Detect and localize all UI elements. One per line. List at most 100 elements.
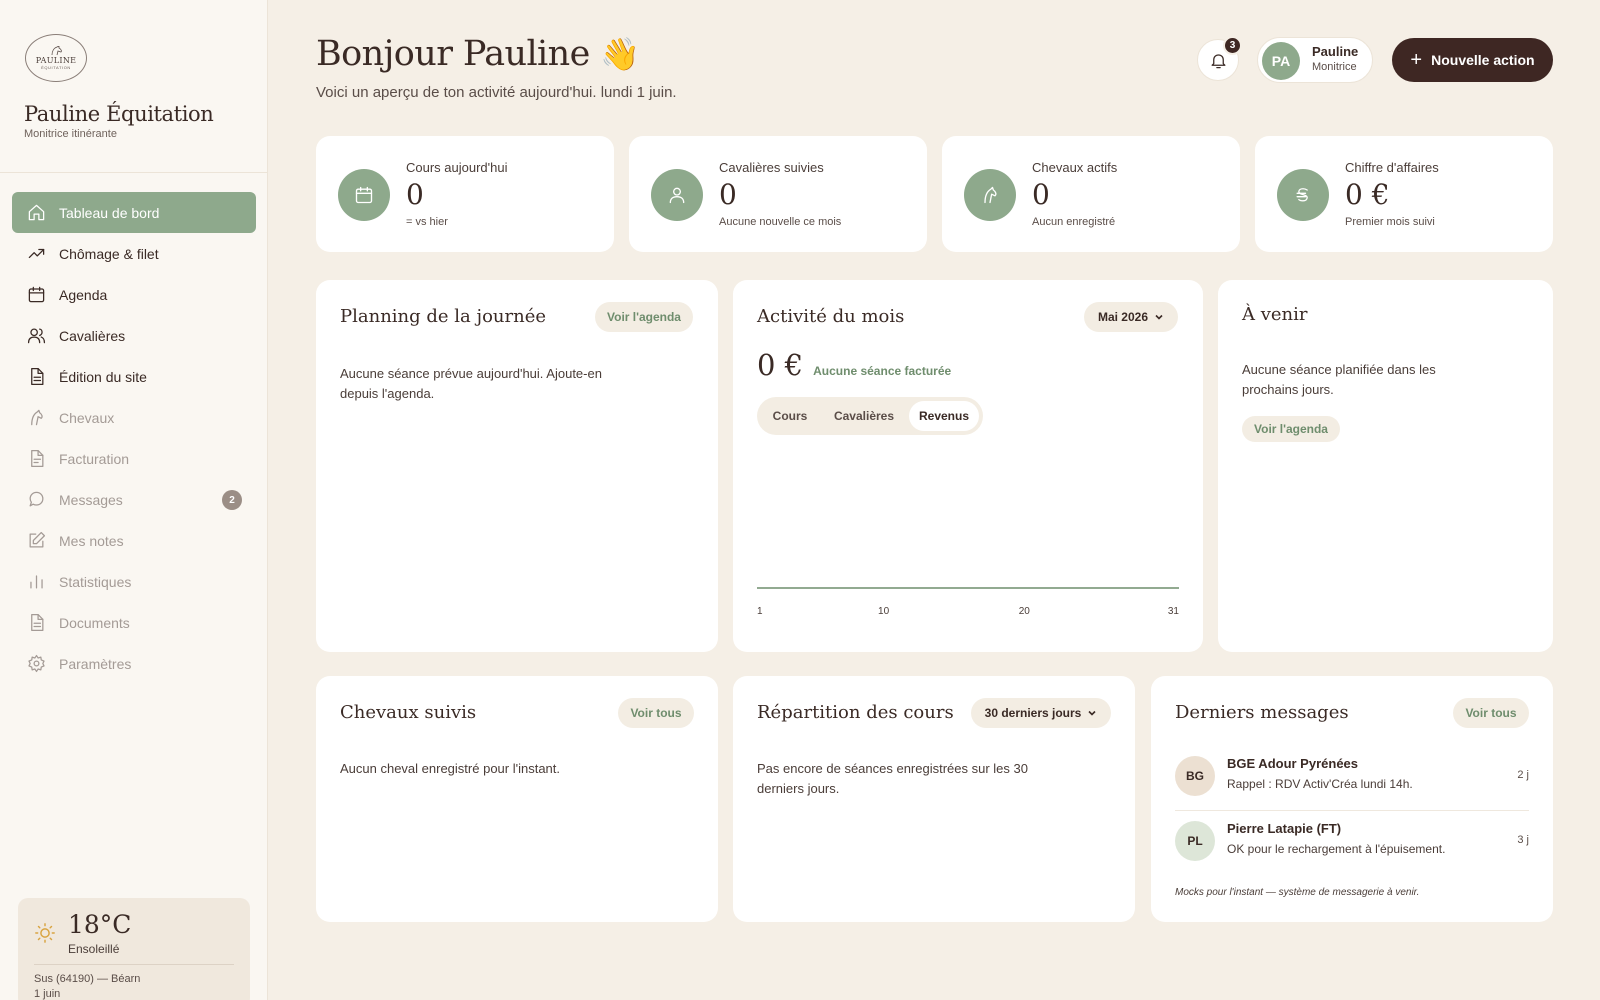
brand-name: Pauline Équitation bbox=[24, 102, 214, 126]
planning-card: Planning de la journée Voir l'agenda Auc… bbox=[316, 280, 718, 652]
tab-cavalieres[interactable]: Cavalières bbox=[821, 401, 907, 431]
upcoming-card: À venir Aucune séance planifiée dans les… bbox=[1218, 280, 1553, 652]
messages-card: Derniers messages Voir tous BG BGE Adour… bbox=[1151, 676, 1553, 922]
sidebar-item-label: Facturation bbox=[59, 450, 130, 467]
messages-footnote: Mocks pour l'instant — système de messag… bbox=[1175, 887, 1420, 898]
sidebar-item-tableau-de-bord[interactable]: Tableau de bord bbox=[12, 192, 256, 233]
message-preview: Rappel : RDV Activ'Créa lundi 14h. bbox=[1227, 777, 1413, 791]
sidebar-item-facturation[interactable]: Facturation bbox=[12, 438, 256, 479]
sidebar-item-label: Tableau de bord bbox=[59, 204, 160, 221]
sidebar-item-chevaux[interactable]: Chevaux bbox=[12, 397, 256, 438]
tab-revenus[interactable]: Revenus bbox=[909, 401, 979, 431]
sidebar-item-statistiques[interactable]: Statistiques bbox=[12, 561, 256, 602]
sidebar: PAULINE ÉQUITATION Pauline Équitation Mo… bbox=[0, 0, 268, 1000]
invoice-icon bbox=[26, 449, 46, 469]
upcoming-empty-line: Aucune séance planifiée dans les bbox=[1242, 362, 1436, 377]
sidebar-divider bbox=[0, 172, 268, 173]
greeting-text: Bonjour Pauline bbox=[316, 34, 590, 74]
view-agenda-button[interactable]: Voir l'agenda bbox=[595, 302, 693, 332]
messages-view-all-button[interactable]: Voir tous bbox=[1453, 698, 1529, 728]
user-role: Monitrice bbox=[1312, 61, 1357, 73]
stat-note: Aucune nouvelle ce mois bbox=[719, 216, 842, 228]
sidebar-item-label: Édition du site bbox=[59, 368, 147, 385]
tab-cours[interactable]: Cours bbox=[761, 401, 819, 431]
message-sender: BGE Adour Pyrénées bbox=[1227, 756, 1359, 771]
x-tick-label: 31 bbox=[1168, 606, 1179, 617]
planning-title: Planning de la journée bbox=[340, 306, 546, 327]
sidebar-item-messages[interactable]: Messages 2 bbox=[12, 479, 256, 520]
new-action-label: Nouvelle action bbox=[1431, 52, 1535, 68]
sidebar-item-label: Chômage & filet bbox=[59, 245, 159, 262]
stat-label: Chevaux actifs bbox=[1032, 160, 1118, 175]
home-icon bbox=[26, 203, 46, 223]
message-divider bbox=[1175, 810, 1529, 811]
activity-card: Activité du mois Mai 2026 0 € Aucune séa… bbox=[733, 280, 1203, 652]
sidebar-item-label: Agenda bbox=[59, 286, 108, 303]
sidebar-item-chomage-filet[interactable]: Chômage & filet bbox=[12, 233, 256, 274]
calendar-icon bbox=[338, 169, 390, 221]
sidebar-item-edition-du-site[interactable]: Édition du site bbox=[12, 356, 256, 397]
page-title: Bonjour Pauline 👋 bbox=[316, 34, 640, 74]
weather-divider bbox=[34, 964, 234, 965]
stat-value: 0 € bbox=[1345, 178, 1390, 211]
calendar-icon bbox=[26, 285, 46, 305]
activity-amount: 0 € bbox=[757, 348, 804, 382]
page-subtitle: Voici un aperçu de ton activité aujourd'… bbox=[316, 84, 677, 101]
message-item[interactable]: PL Pierre Latapie (FT) OK pour le rechar… bbox=[1175, 816, 1529, 872]
stat-value: 0 bbox=[719, 178, 737, 211]
activity-tabs: Cours Cavalières Revenus bbox=[757, 397, 983, 435]
avatar: PL bbox=[1175, 821, 1215, 861]
sidebar-item-label: Messages bbox=[59, 491, 123, 508]
sidebar-item-cavalieres[interactable]: Cavalières bbox=[12, 315, 256, 356]
upcoming-empty-line: prochains jours. bbox=[1242, 382, 1334, 397]
sidebar-item-label: Paramètres bbox=[59, 655, 132, 672]
stat-card-cours: Cours aujourd'hui 0 = vs hier bbox=[316, 136, 614, 252]
document-icon bbox=[26, 367, 46, 387]
horses-view-all-button[interactable]: Voir tous bbox=[618, 698, 694, 728]
chevron-down-icon bbox=[1155, 314, 1163, 320]
horses-empty-text: Aucun cheval enregistré pour l'instant. bbox=[340, 761, 560, 776]
edit-icon bbox=[26, 531, 46, 551]
avatar: BG bbox=[1175, 756, 1215, 796]
message-icon bbox=[26, 490, 46, 510]
stat-value: 0 bbox=[1032, 178, 1050, 211]
message-time: 3 j bbox=[1517, 834, 1529, 846]
messages-count-badge: 2 bbox=[222, 490, 242, 510]
planning-empty-line: depuis l'agenda. bbox=[340, 386, 435, 401]
horse-head-icon bbox=[51, 46, 62, 56]
sidebar-nav: Tableau de bord Chômage & filet Agenda C… bbox=[12, 192, 256, 684]
stat-card-chiffre-affaires: Chiffre d'affaires 0 € Premier mois suiv… bbox=[1255, 136, 1553, 252]
message-preview: OK pour le rechargement à l'épuisement. bbox=[1227, 842, 1446, 856]
stat-note: = vs hier bbox=[406, 216, 448, 228]
breakdown-card: Répartition des cours 30 derniers jours … bbox=[733, 676, 1135, 922]
message-item[interactable]: BG BGE Adour Pyrénées Rappel : RDV Activ… bbox=[1175, 751, 1529, 807]
brand-logo[interactable]: PAULINE ÉQUITATION bbox=[25, 34, 87, 82]
chevron-down-icon bbox=[1088, 710, 1096, 716]
x-tick-label: 20 bbox=[1019, 606, 1031, 617]
upcoming-empty-text: Aucune séance planifiée dans les prochai… bbox=[1242, 360, 1436, 400]
user-menu[interactable]: PA Pauline Monitrice bbox=[1257, 37, 1373, 83]
activity-amount-row: 0 € Aucune séance facturée bbox=[757, 348, 951, 382]
stat-card-chevaux: Chevaux actifs 0 Aucun enregistré bbox=[942, 136, 1240, 252]
sidebar-item-agenda[interactable]: Agenda bbox=[12, 274, 256, 315]
upcoming-view-agenda-button[interactable]: Voir l'agenda bbox=[1242, 416, 1340, 442]
sidebar-item-mes-notes[interactable]: Mes notes bbox=[12, 520, 256, 561]
messages-title: Derniers messages bbox=[1175, 702, 1349, 723]
bar-chart-icon bbox=[26, 572, 46, 592]
message-sender: Pierre Latapie (FT) bbox=[1227, 821, 1342, 836]
new-action-button[interactable]: + Nouvelle action bbox=[1392, 38, 1553, 82]
breakdown-period-select[interactable]: 30 derniers jours bbox=[971, 698, 1111, 728]
sidebar-item-documents[interactable]: Documents bbox=[12, 602, 256, 643]
stat-card-cavalieres: Cavalières suivies 0 Aucune nouvelle ce … bbox=[629, 136, 927, 252]
breakdown-title: Répartition des cours bbox=[757, 702, 954, 723]
stat-value: 0 bbox=[406, 178, 424, 211]
brand-subtitle: Monitrice itinérante bbox=[24, 128, 117, 140]
sidebar-item-parametres[interactable]: Paramètres bbox=[12, 643, 256, 684]
sidebar-item-label: Mes notes bbox=[59, 532, 124, 549]
stat-note: Aucun enregistré bbox=[1032, 216, 1116, 228]
wave-emoji: 👋 bbox=[600, 35, 640, 73]
sidebar-item-label: Chevaux bbox=[59, 409, 115, 426]
sidebar-item-label: Documents bbox=[59, 614, 130, 631]
weather-date: 1 juin bbox=[34, 988, 61, 1000]
period-select[interactable]: Mai 2026 bbox=[1084, 302, 1178, 332]
